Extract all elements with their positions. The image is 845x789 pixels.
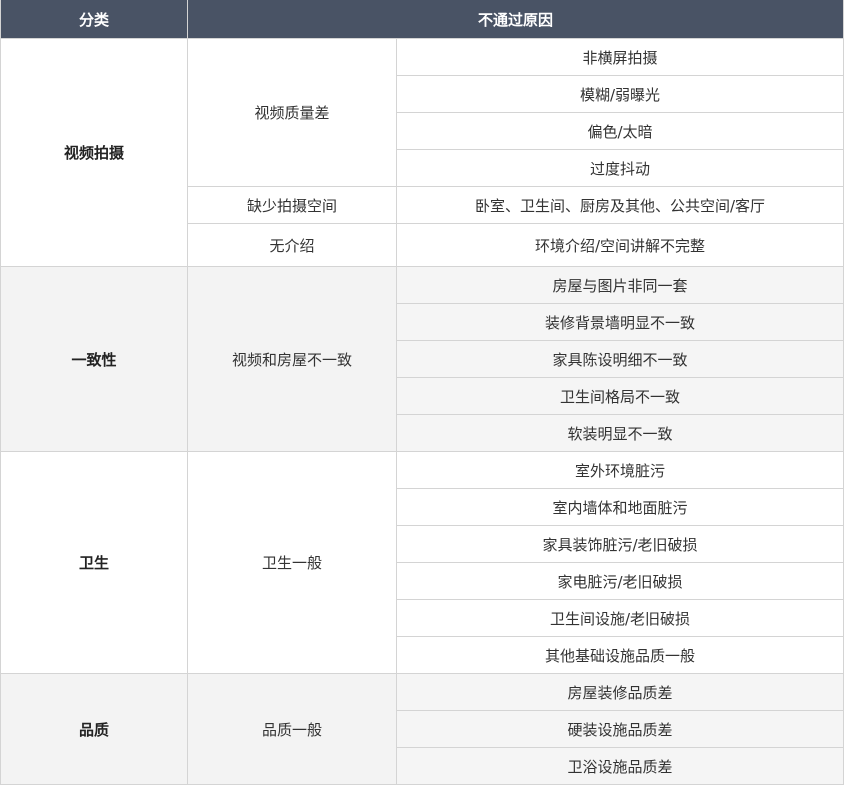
reason-cell: 家电脏污/老旧破损 <box>395 562 845 600</box>
subcategory-cell: 视频质量差 <box>187 38 397 187</box>
header-category: 分类 <box>0 0 188 39</box>
reason-cell: 过度抖动 <box>395 149 845 187</box>
table-row: 品质 品质一般 房屋装修品质差 <box>0 673 845 785</box>
reason-cell: 其他基础设施品质一般 <box>395 636 845 674</box>
reason-cell: 卫生间格局不一致 <box>395 377 845 415</box>
reason-cell: 装修背景墙明显不一致 <box>395 303 845 341</box>
reason-cell: 模糊/弱曝光 <box>395 75 845 113</box>
header-reason: 不通过原因 <box>186 0 845 39</box>
subcategory-cell: 无介绍 <box>187 223 397 267</box>
category-cell: 卫生 <box>0 451 188 674</box>
reason-cell: 房屋与图片非同一套 <box>395 266 845 304</box>
category-cell: 一致性 <box>0 266 188 452</box>
group-quality: 品质 品质一般 房屋装修品质差 硬装设施品质差 卫浴设施品质差 <box>0 673 845 785</box>
subcategory-cell: 缺少拍摄空间 <box>187 186 397 224</box>
table-row: 一致性 视频和房屋不一致 房屋与图片非同一套 <box>0 266 845 452</box>
reason-cell: 卧室、卫生间、厨房及其他、公共空间/客厅 <box>395 186 845 224</box>
table-row: 卫生 卫生一般 室外环境脏污 <box>0 451 845 674</box>
subcategory-cell: 卫生一般 <box>187 451 397 674</box>
group-consistency: 一致性 视频和房屋不一致 房屋与图片非同一套 装修背景墙明显不一致 家具陈设明细… <box>0 266 845 452</box>
rejection-reasons-table: 分类 不通过原因 视频拍摄 视频质量差 非横屏拍摄 模糊/弱曝光 偏色/太暗 过… <box>0 0 845 785</box>
group-video-shooting: 视频拍摄 视频质量差 非横屏拍摄 模糊/弱曝光 偏色/太暗 过度抖动 缺少拍摄空… <box>0 38 845 267</box>
reason-cell: 环境介绍/空间讲解不完整 <box>395 223 845 267</box>
reason-cell: 非横屏拍摄 <box>395 38 845 76</box>
subcategory-cell: 品质一般 <box>187 673 397 785</box>
reason-cell: 卫生间设施/老旧破损 <box>395 599 845 637</box>
category-cell: 视频拍摄 <box>0 38 188 267</box>
reason-cell: 家具陈设明细不一致 <box>395 340 845 378</box>
table-header-row: 分类 不通过原因 <box>0 0 845 39</box>
reason-cell: 室内墙体和地面脏污 <box>395 488 845 526</box>
reason-cell: 家具装饰脏污/老旧破损 <box>395 525 845 563</box>
reason-cell: 硬装设施品质差 <box>395 710 845 748</box>
reason-cell: 房屋装修品质差 <box>395 673 845 711</box>
reason-cell: 软装明显不一致 <box>395 414 845 452</box>
group-hygiene: 卫生 卫生一般 室外环境脏污 室内墙体和地面脏污 家具装饰脏污/老旧破损 家电脏… <box>0 451 845 674</box>
category-cell: 品质 <box>0 673 188 785</box>
table-row: 视频拍摄 视频质量差 非横屏拍摄 <box>0 38 845 267</box>
reason-cell: 偏色/太暗 <box>395 112 845 150</box>
reason-cell: 室外环境脏污 <box>395 451 845 489</box>
subcategory-cell: 视频和房屋不一致 <box>187 266 397 452</box>
reason-cell: 卫浴设施品质差 <box>395 747 845 785</box>
